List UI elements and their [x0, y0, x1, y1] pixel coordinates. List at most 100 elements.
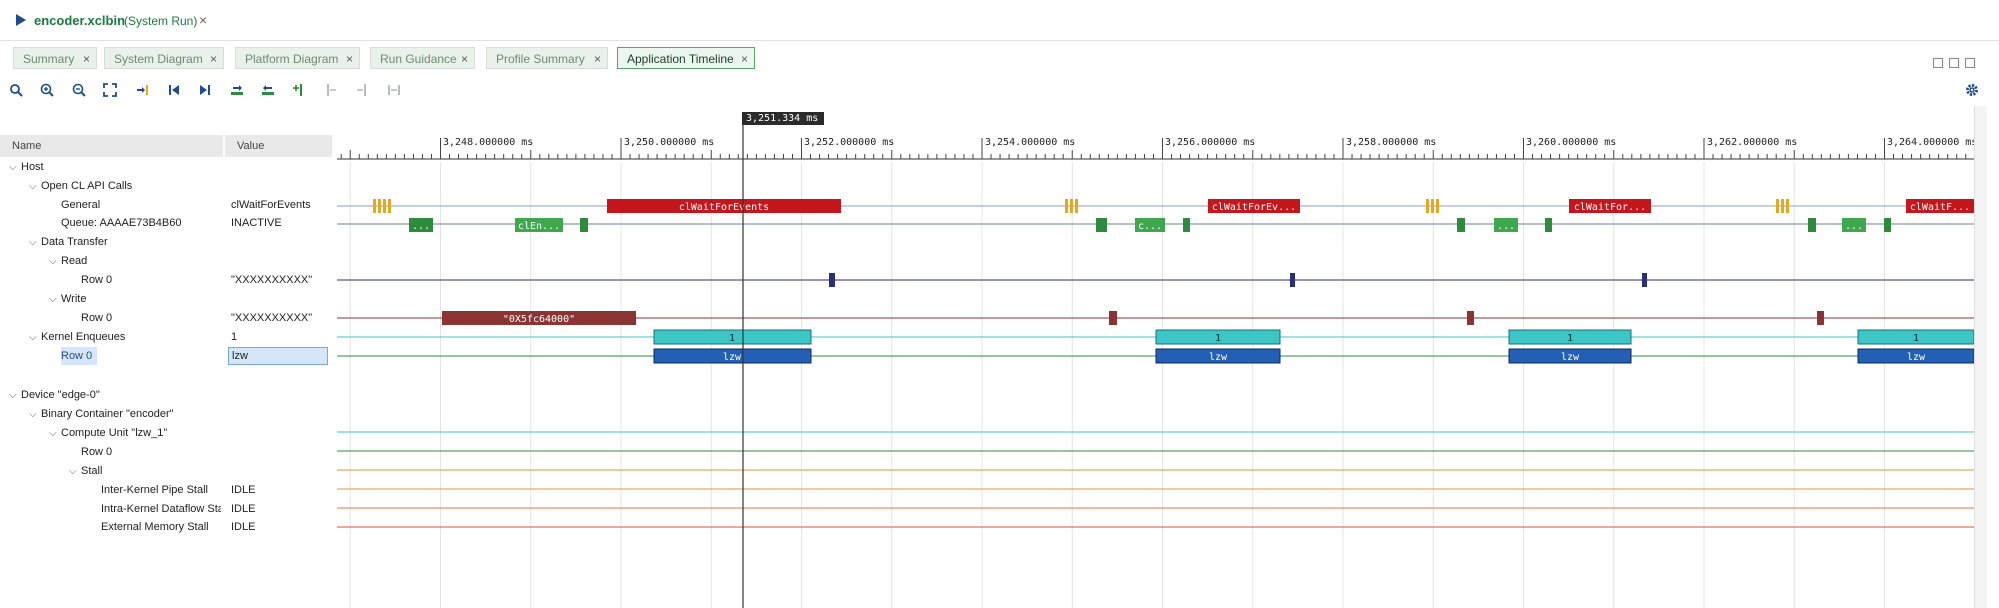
enqueue-label: 1 [1215, 333, 1221, 344]
tree-item-intra-kernel-stall[interactable]: Intra-Kernel Dataflow Sta [101, 500, 221, 518]
tree-item-inter-kernel-stall[interactable]: Inter-Kernel Pipe Stall [101, 481, 208, 499]
chevron-down-icon[interactable]: ⌵ [9, 390, 17, 401]
run-play-icon [16, 14, 26, 26]
first-icon[interactable] [165, 83, 183, 101]
enqueue-label: 1 [729, 333, 735, 344]
enqueue-label: 1 [1913, 333, 1919, 344]
kernel-run-label: lzw [1561, 352, 1580, 363]
tree-item-read[interactable]: Read [61, 252, 87, 270]
tree-item-data-transfer[interactable]: Data Transfer [41, 233, 108, 251]
tab-close-icon[interactable]: × [461, 48, 468, 70]
marker-b-icon[interactable] [353, 83, 371, 101]
value-column-header[interactable]: Value [225, 135, 332, 157]
chevron-down-icon[interactable]: ⌵ [29, 237, 37, 248]
tree-item-write[interactable]: Write [61, 290, 86, 308]
name-column-header[interactable]: Name [0, 135, 223, 157]
tree-item-kernel-enqueues[interactable]: Kernel Enqueues [41, 328, 125, 346]
tree-item-stall[interactable]: Stall [81, 462, 102, 480]
api-call-mark [1065, 199, 1068, 213]
zoom-out-icon[interactable] [70, 83, 88, 101]
last-icon[interactable] [196, 83, 214, 101]
chevron-down-icon[interactable]: ⌵ [29, 181, 37, 192]
marker-range-icon[interactable] [385, 83, 403, 101]
kernel-row-value-field[interactable]: lzw [228, 347, 328, 365]
queue-bar-label: ... [412, 221, 430, 232]
kernel-run-label: lzw [723, 352, 742, 363]
tree-item-queue[interactable]: Queue: AAAAE73B4B60 [61, 214, 181, 232]
tick-label: 3,248.000000 ms [443, 137, 533, 148]
chevron-down-icon[interactable]: ⌵ [9, 162, 17, 173]
tab-application-timeline[interactable]: Application Timeline × [617, 47, 755, 69]
zoom-fit-icon[interactable] [101, 83, 119, 101]
intra-kernel-stall-value: IDLE [231, 503, 256, 515]
api-call-mark [1075, 199, 1078, 213]
tab-profile-summary[interactable]: Profile Summary × [486, 47, 608, 69]
go-to-cursor-icon[interactable] [133, 83, 151, 101]
search-icon[interactable] [7, 83, 25, 101]
chevron-down-icon[interactable]: ⌵ [69, 466, 77, 477]
tab-label: Summary [23, 52, 75, 66]
tab-close-icon[interactable]: × [210, 48, 217, 70]
zoom-in-icon[interactable] [38, 83, 56, 101]
tab-close-icon[interactable]: × [346, 48, 353, 70]
queue-mark [1545, 218, 1552, 232]
read-transfer-mark [1290, 273, 1295, 287]
detach-icon[interactable] [1965, 58, 1975, 68]
queue-bar-label: ... [1845, 221, 1863, 232]
api-call-mark [1431, 199, 1434, 213]
api-call-mark [378, 199, 381, 213]
next-event-icon[interactable] [228, 83, 246, 101]
queue-value: INACTIVE [231, 217, 282, 229]
maximize-icon[interactable] [1949, 58, 1959, 68]
tree-item-general[interactable]: General [61, 196, 100, 214]
tab-platform-diagram[interactable]: Platform Diagram × [235, 47, 360, 69]
write-transfer-mark [1817, 311, 1824, 325]
tree-item-write-row[interactable]: Row 0 [81, 309, 112, 327]
write-transfer-mark [1467, 311, 1474, 325]
ext-mem-stall-value: IDLE [231, 521, 256, 533]
tree-item-opencl-api-calls[interactable]: Open CL API Calls [41, 177, 132, 195]
tab-close-icon[interactable]: × [83, 48, 90, 70]
tree-item-cu-row[interactable]: Row 0 [81, 443, 112, 461]
api-call-mark [1776, 199, 1779, 213]
tab-run-guidance[interactable]: Run Guidance × [370, 47, 475, 69]
tab-close-icon[interactable]: × [741, 48, 748, 70]
tree-item-device[interactable]: Device "edge-0" [21, 386, 100, 404]
api-call-mark [1781, 199, 1784, 213]
tab-summary[interactable]: Summary × [13, 47, 97, 69]
tick-label: 3,254.000000 ms [985, 137, 1075, 148]
tree-item-ext-mem-stall[interactable]: External Memory Stall [101, 518, 209, 536]
queue-bar-label: ... [1497, 221, 1515, 232]
tree-item-host[interactable]: Host [21, 158, 44, 176]
api-call-label: clWaitForEvents [679, 202, 769, 213]
tree-item-read-row[interactable]: Row 0 [81, 271, 112, 289]
chevron-down-icon[interactable]: ⌵ [29, 332, 37, 343]
queue-mark [580, 218, 588, 232]
chevron-down-icon[interactable]: ⌵ [49, 294, 57, 305]
general-value: clWaitForEvents [231, 199, 311, 211]
tree-item-compute-unit[interactable]: Compute Unit "lzw_1" [61, 424, 167, 442]
vertical-scrollbar[interactable] [1974, 106, 1987, 608]
queue-mark [1808, 218, 1816, 232]
tick-label: 3,252.000000 ms [804, 137, 894, 148]
editor-title: encoder.xclbin [34, 13, 126, 28]
minimize-icon[interactable] [1933, 58, 1943, 68]
read-transfer-mark [1642, 273, 1647, 287]
tick-label: 3,262.000000 ms [1707, 137, 1797, 148]
queue-bar-label: c... [1138, 221, 1162, 232]
chevron-down-icon[interactable]: ⌵ [49, 256, 57, 267]
tree-item-kernel-row[interactable]: Row 0 [61, 347, 92, 365]
settings-gear-icon[interactable] [1963, 83, 1981, 101]
chevron-down-icon[interactable]: ⌵ [29, 409, 37, 420]
tab-system-diagram[interactable]: System Diagram × [104, 47, 224, 69]
api-call-mark [383, 199, 386, 213]
timeline-canvas[interactable]: 3,248.000000 ms 3,250.000000 ms 3,252.00… [337, 112, 1974, 608]
editor-close-icon[interactable]: × [199, 12, 207, 28]
tab-label: System Diagram [114, 52, 203, 66]
chevron-down-icon[interactable]: ⌵ [49, 428, 57, 439]
tree-item-binary-container[interactable]: Binary Container "encoder" [41, 405, 174, 423]
marker-a-icon[interactable] [322, 83, 340, 101]
tab-close-icon[interactable]: × [594, 48, 601, 70]
add-marker-icon[interactable] [290, 83, 308, 101]
prev-event-icon[interactable] [259, 83, 277, 101]
